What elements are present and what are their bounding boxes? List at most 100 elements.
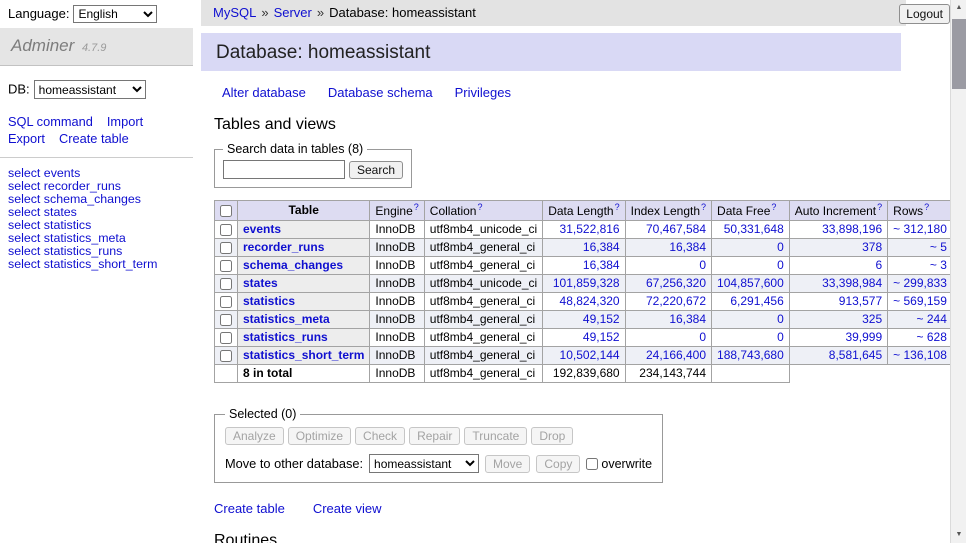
optimize-button[interactable]: Optimize xyxy=(288,427,351,445)
index-length-link[interactable]: 67,256,320 xyxy=(646,276,706,290)
row-check-cell xyxy=(215,347,238,365)
sidebar-command-import[interactable]: Import xyxy=(107,114,143,129)
select-all-checkbox[interactable] xyxy=(220,205,232,217)
row-checkbox[interactable] xyxy=(220,242,232,254)
column-help-link[interactable]: ? xyxy=(414,202,419,212)
data-length-link[interactable]: 49,152 xyxy=(583,312,620,326)
rows-link[interactable]: ~ 3 xyxy=(930,258,947,272)
column-help-link[interactable]: ? xyxy=(771,202,776,212)
table-link[interactable]: statistics_runs xyxy=(243,330,328,344)
auto-increment-link[interactable]: 6 xyxy=(875,258,882,272)
column-help-link[interactable]: ? xyxy=(924,202,929,212)
rows-link[interactable]: ~ 244 xyxy=(917,312,947,326)
row-checkbox[interactable] xyxy=(220,350,232,362)
data-length-link[interactable]: 48,824,320 xyxy=(560,294,620,308)
row-checkbox[interactable] xyxy=(220,278,232,290)
table-link[interactable]: statistics_meta xyxy=(243,312,330,326)
auto-increment-link[interactable]: 33,398,984 xyxy=(822,276,882,290)
column-help-link[interactable]: ? xyxy=(701,202,706,212)
row-checkbox[interactable] xyxy=(220,314,232,326)
data-free-link[interactable]: 104,857,600 xyxy=(717,276,784,290)
logout-button[interactable]: Logout xyxy=(899,4,950,24)
rows-cell: ~ 569,159 xyxy=(888,293,953,311)
column-help-link[interactable]: ? xyxy=(477,202,482,212)
search-button[interactable]: Search xyxy=(349,161,403,179)
data-free-link[interactable]: 0 xyxy=(777,330,784,344)
index-length-link[interactable]: 70,467,584 xyxy=(646,222,706,236)
rows-link[interactable]: ~ 5 xyxy=(930,240,947,254)
index-length-link[interactable]: 0 xyxy=(699,258,706,272)
auto-increment-link[interactable]: 8,581,645 xyxy=(829,348,882,362)
overwrite-checkbox[interactable] xyxy=(586,458,598,470)
sidebar-table-link-select-statistics-short-term[interactable]: select statistics_short_term xyxy=(8,258,185,271)
link-create-table[interactable]: Create table xyxy=(214,501,285,516)
row-checkbox[interactable] xyxy=(220,224,232,236)
column-help-link[interactable]: ? xyxy=(877,202,882,212)
row-checkbox[interactable] xyxy=(220,296,232,308)
row-checkbox[interactable] xyxy=(220,260,232,272)
auto-increment-link[interactable]: 913,577 xyxy=(839,294,882,308)
table-link[interactable]: states xyxy=(243,276,278,290)
column-help-link[interactable]: ? xyxy=(615,202,620,212)
rows-link[interactable]: ~ 569,159 xyxy=(893,294,947,308)
data-free-link[interactable]: 0 xyxy=(777,258,784,272)
auto-increment-link[interactable]: 33,898,196 xyxy=(822,222,882,236)
action-privileges[interactable]: Privileges xyxy=(455,85,511,100)
data-length-link[interactable]: 16,384 xyxy=(583,258,620,272)
move-db-select[interactable]: homeassistant xyxy=(369,454,479,473)
table-link[interactable]: schema_changes xyxy=(243,258,343,272)
table-link[interactable]: events xyxy=(243,222,281,236)
data-free-link[interactable]: 188,743,680 xyxy=(717,348,784,362)
data-free-link[interactable]: 6,291,456 xyxy=(730,294,783,308)
move-button[interactable]: Move xyxy=(485,455,530,473)
data-length-cell: 31,522,816 xyxy=(543,221,625,239)
check-button[interactable]: Check xyxy=(355,427,405,445)
auto-increment-link[interactable]: 325 xyxy=(862,312,882,326)
auto-increment-link[interactable]: 378 xyxy=(862,240,882,254)
table-link[interactable]: statistics xyxy=(243,294,295,308)
breadcrumb-item-server[interactable]: Server xyxy=(274,5,312,20)
data-length-link[interactable]: 101,859,328 xyxy=(553,276,620,290)
scroll-down-icon[interactable]: ▼ xyxy=(951,527,966,543)
sidebar-command-sql-command[interactable]: SQL command xyxy=(8,114,93,129)
breadcrumb-item-mysql[interactable]: MySQL xyxy=(213,5,256,20)
rows-link[interactable]: ~ 312,180 xyxy=(893,222,947,236)
data-length-link[interactable]: 31,522,816 xyxy=(560,222,620,236)
index-length-link[interactable]: 16,384 xyxy=(669,312,706,326)
search-input[interactable] xyxy=(223,160,345,179)
action-database-schema[interactable]: Database schema xyxy=(328,85,433,100)
copy-button[interactable]: Copy xyxy=(536,455,580,473)
repair-button[interactable]: Repair xyxy=(409,427,460,445)
data-free-link[interactable]: 0 xyxy=(777,312,784,326)
truncate-button[interactable]: Truncate xyxy=(464,427,527,445)
db-select[interactable]: homeassistant xyxy=(34,80,146,99)
scrollbar[interactable]: ▲ ▼ xyxy=(950,0,966,543)
link-create-view[interactable]: Create view xyxy=(313,501,382,516)
data-length-link[interactable]: 49,152 xyxy=(583,330,620,344)
scrollbar-thumb[interactable] xyxy=(952,19,966,89)
index-length-link[interactable]: 16,384 xyxy=(669,240,706,254)
data-length-link[interactable]: 16,384 xyxy=(583,240,620,254)
drop-button[interactable]: Drop xyxy=(531,427,573,445)
data-free-link[interactable]: 0 xyxy=(777,240,784,254)
data-length-link[interactable]: 10,502,144 xyxy=(560,348,620,362)
auto-increment-link[interactable]: 39,999 xyxy=(845,330,882,344)
total-label-cell: 8 in total xyxy=(238,365,370,383)
action-alter-database[interactable]: Alter database xyxy=(222,85,306,100)
table-link[interactable]: statistics_short_term xyxy=(243,348,364,362)
scroll-up-icon[interactable]: ▲ xyxy=(951,0,966,16)
sidebar-command-export[interactable]: Export xyxy=(8,131,45,146)
sidebar-command-create-table[interactable]: Create table xyxy=(59,131,129,146)
rows-link[interactable]: ~ 299,833 xyxy=(893,276,947,290)
analyze-button[interactable]: Analyze xyxy=(225,427,284,445)
index-length-link[interactable]: 72,220,672 xyxy=(646,294,706,308)
index-length-link[interactable]: 24,166,400 xyxy=(646,348,706,362)
row-checkbox[interactable] xyxy=(220,332,232,344)
rows-link[interactable]: ~ 136,108 xyxy=(893,348,947,362)
rows-link[interactable]: ~ 628 xyxy=(917,330,947,344)
data-length-cell: 48,824,320 xyxy=(543,293,625,311)
language-select[interactable]: English xyxy=(73,5,157,23)
table-link[interactable]: recorder_runs xyxy=(243,240,324,254)
data-free-link[interactable]: 50,331,648 xyxy=(724,222,784,236)
index-length-link[interactable]: 0 xyxy=(699,330,706,344)
